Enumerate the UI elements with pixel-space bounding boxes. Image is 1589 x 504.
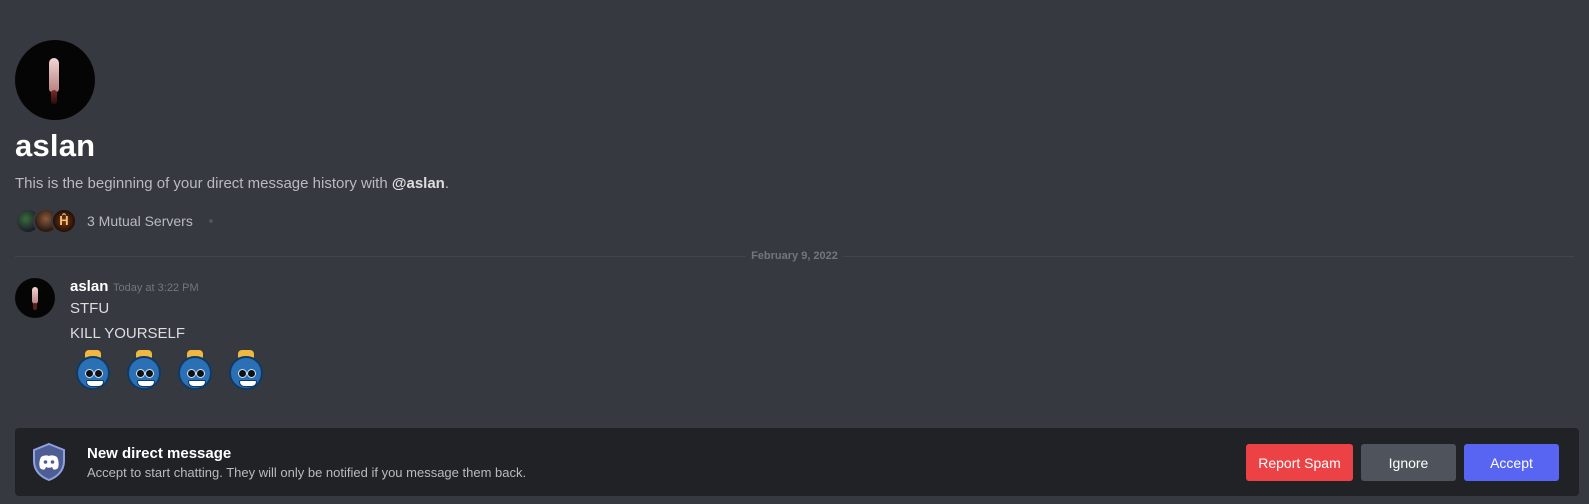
ignore-button[interactable]: Ignore	[1361, 444, 1456, 481]
profile-avatar[interactable]	[15, 40, 95, 120]
message-request-bar: New direct message Accept to start chatt…	[15, 428, 1579, 496]
discord-shield-icon	[33, 442, 65, 482]
intro-prefix: This is the beginning of your direct mes…	[15, 175, 392, 192]
intro-suffix: .	[444, 175, 450, 192]
message-timestamp: Today at 3:22 PM	[113, 282, 199, 294]
avatar-figure	[49, 58, 59, 92]
mutual-servers[interactable]: Ĥ 3 Mutual Servers	[15, 208, 213, 234]
message-author-avatar[interactable]	[15, 278, 55, 318]
message-emojis	[74, 350, 278, 392]
request-subtitle: Accept to start chatting. They will only…	[87, 465, 527, 480]
profile-username: aslan	[15, 128, 96, 163]
avatar-figure	[32, 287, 38, 304]
report-spam-button[interactable]: Report Spam	[1246, 444, 1353, 481]
blue-grinning-bomb-emoji	[176, 350, 214, 392]
mutual-server-icon: Ĥ	[51, 208, 77, 234]
avatar-figure-base	[33, 303, 37, 310]
blue-grinning-bomb-emoji	[125, 350, 163, 392]
request-title: New direct message	[87, 445, 232, 462]
blue-grinning-bomb-emoji	[74, 350, 112, 392]
avatar-figure-base	[51, 90, 57, 104]
dm-intro-text: This is the beginning of your direct mes…	[15, 175, 449, 192]
message-line: KILL YOURSELF	[70, 325, 186, 342]
message-author-name[interactable]: aslan	[70, 278, 108, 295]
blue-grinning-bomb-emoji	[227, 350, 265, 392]
intro-handle: @aslan	[391, 175, 445, 192]
date-divider-label: February 9, 2022	[745, 250, 844, 262]
accept-button[interactable]: Accept	[1464, 444, 1559, 481]
separator-dot	[208, 219, 213, 223]
message-line: STFU	[70, 300, 110, 317]
mutual-servers-label[interactable]: 3 Mutual Servers	[87, 213, 193, 229]
